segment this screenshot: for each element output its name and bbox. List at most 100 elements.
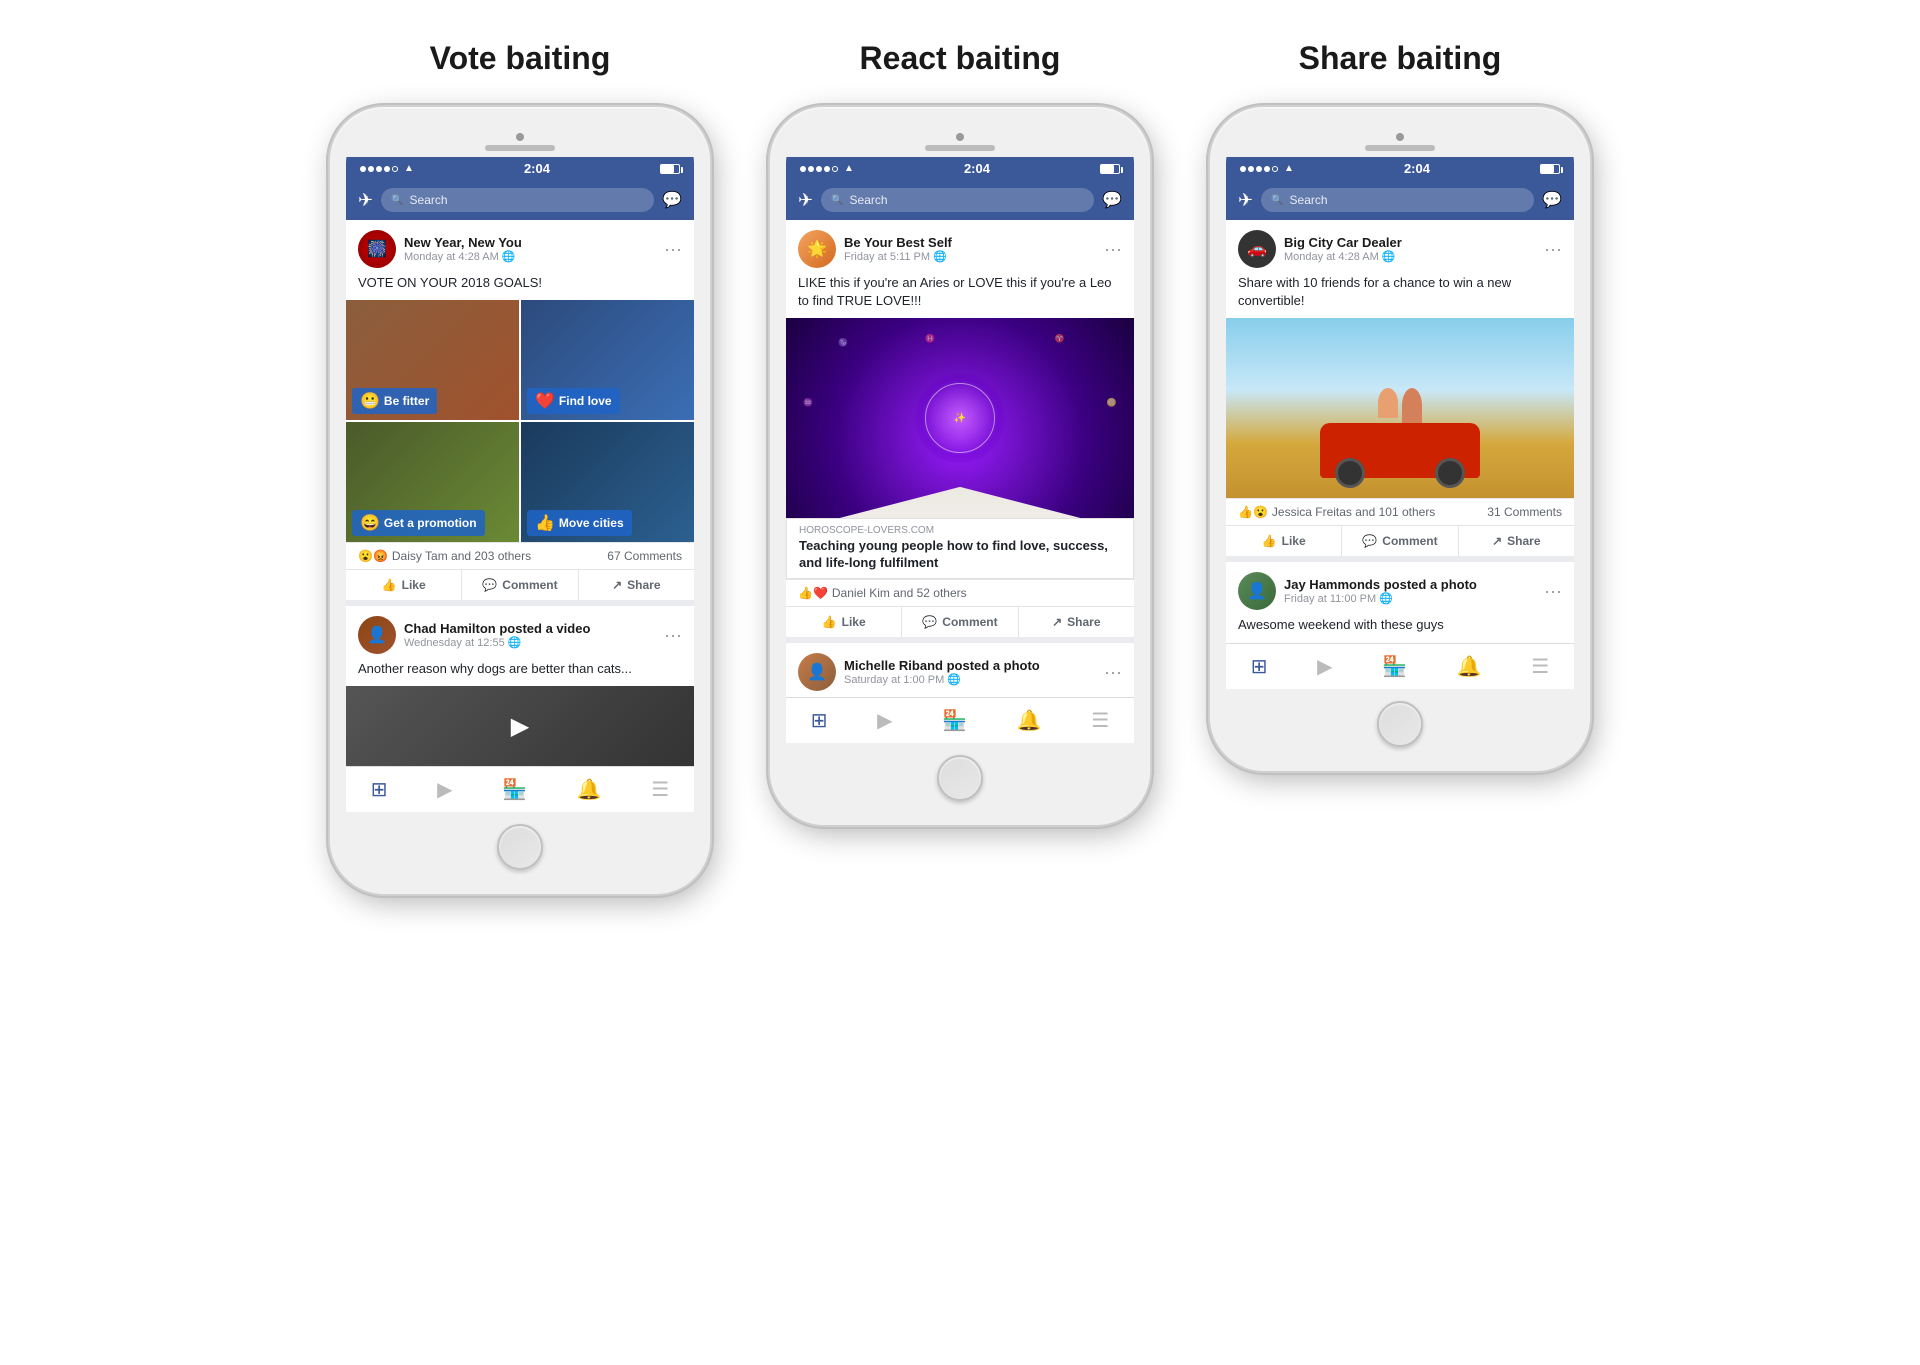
search-bar-3[interactable]: 🔍 Search xyxy=(1261,188,1534,212)
action-buttons-2: 👍 Like 💬 Comment ↗ Share xyxy=(786,606,1134,637)
second-post-time-2: Saturday at 1:00 PM 🌐 xyxy=(844,673,1096,686)
page-container: Vote baiting xyxy=(20,40,1900,894)
post-card-1: 🎆 New Year, New You Monday at 4:28 AM 🌐 … xyxy=(346,220,694,600)
phone-section-vote: Vote baiting xyxy=(330,40,710,894)
second-post-options-2[interactable]: ··· xyxy=(1104,662,1122,683)
post-meta-3: Big City Car Dealer Monday at 4:28 AM 🌐 xyxy=(1284,235,1536,263)
comment-button-2[interactable]: 💬 Comment xyxy=(902,607,1018,637)
signal-dot-3-2 xyxy=(1248,166,1254,172)
post-options-1[interactable]: ··· xyxy=(664,239,682,260)
search-bar-2[interactable]: 🔍 Search xyxy=(821,188,1094,212)
share-button-3[interactable]: ↗ Share xyxy=(1459,526,1574,556)
comment-count-3: 31 Comments xyxy=(1487,505,1562,519)
post-name-2[interactable]: Be Your Best Self xyxy=(844,235,1096,250)
nav-video-3[interactable]: ▶ xyxy=(1317,654,1332,679)
messenger-icon-1: 💬 xyxy=(662,190,682,210)
nav-menu-3[interactable]: ☰ xyxy=(1531,654,1549,679)
nav-notifications-3[interactable]: 🔔 xyxy=(1457,654,1482,679)
share-button-2[interactable]: ↗ Share xyxy=(1019,607,1134,637)
signal-dot-5 xyxy=(392,166,398,172)
phone-bottom-2 xyxy=(786,743,1134,809)
phone-bottom-3 xyxy=(1226,689,1574,755)
vote-cell-2[interactable]: ❤️ Find love xyxy=(521,300,694,420)
link-title[interactable]: Teaching young people how to find love, … xyxy=(787,538,1133,578)
comment-button-1[interactable]: 💬 Comment xyxy=(462,570,578,600)
nav-home-3[interactable]: ⊞ xyxy=(1251,654,1268,679)
reaction-text-1: Daisy Tam and 203 others xyxy=(392,549,531,563)
second-post-name-1: Chad Hamilton posted a video xyxy=(404,621,656,636)
signal-dot-2 xyxy=(368,166,374,172)
home-button-2[interactable] xyxy=(937,755,983,801)
post-text-2: LIKE this if you're an Aries or LOVE thi… xyxy=(786,274,1134,318)
car-body-3d xyxy=(1320,423,1480,478)
nav-home-1[interactable]: ⊞ xyxy=(371,777,388,802)
nav-notifications-2[interactable]: 🔔 xyxy=(1017,708,1042,733)
vote-cell-1[interactable]: 😬 Be fitter xyxy=(346,300,519,420)
nav-notifications-1[interactable]: 🔔 xyxy=(577,777,602,802)
vote-label-2: ❤️ Find love xyxy=(527,388,620,414)
signal-dot-3 xyxy=(376,166,382,172)
vote-emoji-4: 👍 xyxy=(535,513,555,533)
post-options-3[interactable]: ··· xyxy=(1544,239,1562,260)
second-post-3: 👤 Jay Hammonds posted a photo Friday at … xyxy=(1226,562,1574,642)
vote-emoji-2: ❤️ xyxy=(535,391,555,411)
vote-cell-3[interactable]: 😄 Get a promotion xyxy=(346,422,519,542)
phones-row: Vote baiting xyxy=(20,40,1900,894)
second-post-name-2: Michelle Riband posted a photo xyxy=(844,658,1096,673)
speaker-bar-3 xyxy=(1365,145,1435,151)
post-time-2: Friday at 5:11 PM 🌐 xyxy=(844,250,1096,263)
search-bar-1[interactable]: 🔍 Search xyxy=(381,188,654,212)
video-thumbnail-1[interactable]: ▶ xyxy=(346,686,694,766)
post-avatar-2: 🌟 xyxy=(798,230,836,268)
nav-home-2[interactable]: ⊞ xyxy=(811,708,828,733)
home-button-3[interactable] xyxy=(1377,701,1423,747)
action-buttons-3: 👍 Like 💬 Comment ↗ Share xyxy=(1226,525,1574,556)
like-button-3[interactable]: 👍 Like xyxy=(1226,526,1342,556)
post-meta-1: New Year, New You Monday at 4:28 AM 🌐 xyxy=(404,235,656,263)
comment-button-3[interactable]: 💬 Comment xyxy=(1342,526,1458,556)
nav-marketplace-1[interactable]: 🏪 xyxy=(502,777,527,802)
nav-menu-2[interactable]: ☰ xyxy=(1091,708,1109,733)
messenger-icon-3: 💬 xyxy=(1542,190,1562,210)
react-post-image: ♑ ♓ ♈ ♒ ♌ ✨ xyxy=(786,318,1134,518)
nav-menu-1[interactable]: ☰ xyxy=(651,777,669,802)
share-button-1[interactable]: ↗ Share xyxy=(579,570,694,600)
second-post-options-3[interactable]: ··· xyxy=(1544,581,1562,602)
phone-top-bar-2 xyxy=(786,123,1134,157)
post-name-1[interactable]: New Year, New You xyxy=(404,235,656,250)
phone-shell-vote: ▲ 2:04 ✈ 🔍 Search 💬 xyxy=(330,107,710,894)
status-time-1: 2:04 xyxy=(524,161,550,176)
fb-navbar-2: ✈ 🔍 Search 💬 xyxy=(786,180,1134,220)
home-button-1[interactable] xyxy=(497,824,543,870)
nav-video-2[interactable]: ▶ xyxy=(877,708,892,733)
reaction-text-3: Jessica Freitas and 101 others xyxy=(1272,505,1435,519)
status-left: ▲ xyxy=(360,163,414,174)
fb-logo-icon: ✈ xyxy=(358,190,373,211)
signal-dot-2-1 xyxy=(800,166,806,172)
person-2 xyxy=(1402,388,1422,423)
reaction-text-2: Daniel Kim and 52 others xyxy=(832,586,967,600)
post-avatar-1: 🎆 xyxy=(358,230,396,268)
post-options-2[interactable]: ··· xyxy=(1104,239,1122,260)
fb-logo-icon-2: ✈ xyxy=(798,190,813,211)
status-right-2 xyxy=(1100,164,1120,174)
star-5: ♌ xyxy=(1107,398,1117,407)
nav-marketplace-3[interactable]: 🏪 xyxy=(1382,654,1407,679)
vote-label-1: 😬 Be fitter xyxy=(352,388,437,414)
phone-section-react: React baiting xyxy=(770,40,1150,825)
signal-dot-4 xyxy=(384,166,390,172)
camera-dot-3 xyxy=(1396,133,1404,141)
phone-bottom-1 xyxy=(346,812,694,878)
post-header-1: 🎆 New Year, New You Monday at 4:28 AM 🌐 … xyxy=(346,220,694,274)
like-button-2[interactable]: 👍 Like xyxy=(786,607,902,637)
post-name-3[interactable]: Big City Car Dealer xyxy=(1284,235,1536,250)
feed-3: 🚗 Big City Car Dealer Monday at 4:28 AM … xyxy=(1226,220,1574,643)
nav-marketplace-2[interactable]: 🏪 xyxy=(942,708,967,733)
like-button-1[interactable]: 👍 Like xyxy=(346,570,462,600)
signal-dot-3-4 xyxy=(1264,166,1270,172)
zodiac-glow: ✨ xyxy=(915,373,1005,463)
nav-video-1[interactable]: ▶ xyxy=(437,777,452,802)
car-scene xyxy=(1320,388,1480,478)
vote-cell-4[interactable]: 👍 Move cities xyxy=(521,422,694,542)
second-post-options-1[interactable]: ··· xyxy=(664,625,682,646)
